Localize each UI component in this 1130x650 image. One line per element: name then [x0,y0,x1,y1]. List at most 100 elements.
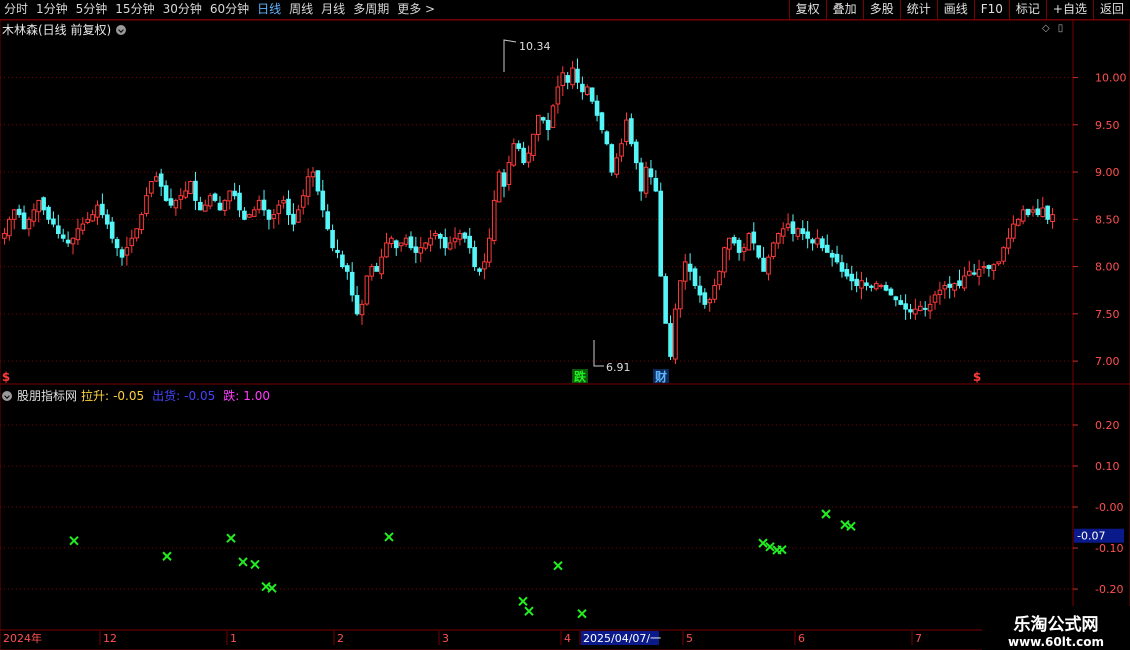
candle-body [873,283,879,290]
event-marker: 财 [654,369,667,384]
chart-svg[interactable]: 10.00 9.50 9.00 8.50 8.00 7.50 7.00 0.20 0.10 -0… [0,0,1130,650]
signal-cross [553,560,563,571]
candle-body [291,213,296,225]
candle-body [937,289,943,296]
candle-body [682,261,688,282]
candle-body [438,234,443,239]
candle-body [883,285,889,291]
price-tick-label: 8.00 [1095,261,1120,274]
candle-body [516,143,522,149]
candle-body [256,199,262,210]
candle-body [761,257,766,272]
candle-body [780,228,786,237]
candle-body [526,152,531,163]
candle-body [854,278,859,286]
candle-body [756,245,761,258]
grid-lines [0,19,1130,650]
candle-body [932,294,938,303]
candle-body [918,305,923,312]
candle-body [834,253,840,263]
candle-body [398,242,404,247]
indicator-values: 拉升: -0.05 出货: -0.05 跌: 1.00 [81,387,278,404]
indicator-name[interactable]: 股朋指标网 [17,387,77,404]
candle-body [844,269,850,277]
indicator-value: 出货: -0.05 [152,387,219,404]
chevron-down-icon[interactable] [116,24,127,35]
candle-body [1035,208,1041,216]
candle-body [790,221,796,234]
price-tick-label: 8.50 [1095,213,1120,226]
candle-body [56,225,61,234]
panel-toggle-icon[interactable]: ▯ [1058,23,1064,34]
candle-body [349,271,355,296]
candle-body [354,295,360,315]
candle-body [893,296,899,301]
candle-body [535,114,541,135]
date-label: 5 [686,632,693,645]
candle-body [41,197,46,211]
candle-body [193,180,198,201]
candle-body [403,237,409,245]
date-label: 1 [230,632,237,645]
candle-body [1030,209,1036,213]
date-label: 2024年 [3,631,42,645]
candle-body [70,237,76,245]
candle-body [202,204,208,212]
candle-body [423,242,428,249]
candle-body [344,265,350,272]
candle-body [922,307,928,310]
candle-body [731,237,737,244]
indicator-axis: 0.20 0.10 -0.00 -0.10 -0.20 -0.07 [1073,419,1124,596]
candle-body [188,181,193,195]
candle-body [829,252,835,258]
candle-body [981,266,987,269]
candle-body [2,232,7,239]
candle-body [849,273,855,282]
date-label: 7 [915,632,922,645]
candle-body [496,171,502,203]
candle-body [389,237,394,244]
event-marker: $ [973,370,981,384]
date-label: 3 [442,632,449,645]
candle-body [251,209,257,217]
candle-body [1001,247,1006,262]
candle-body [447,242,453,250]
candle-body [1040,207,1046,218]
candle-body [511,143,517,166]
candle-body [717,270,722,286]
candle-body [820,238,825,249]
candle-body [501,172,507,187]
candle-body [134,228,139,239]
candle-body [614,157,619,175]
candle-body [903,303,908,310]
candle-body [379,256,384,275]
candle-body [687,263,693,272]
candle-body [643,166,649,194]
price-tick-label: 10.00 [1095,72,1127,85]
candle-body [124,247,130,256]
candle-body [51,218,56,225]
candle-body [310,171,316,178]
candle-body [487,237,492,263]
candle-body [144,195,149,215]
candle-body [247,214,252,218]
candle-body [452,237,458,243]
candle-body [276,204,282,215]
candle-body [986,265,992,269]
watermark-url: www.60lt.com [1007,635,1105,649]
candle-body [149,181,154,194]
chevron-down-icon[interactable] [2,390,12,401]
candle-body [741,247,747,253]
diamond-icon[interactable]: ◇ [1042,23,1050,34]
candlestick-series [2,58,1055,365]
candle-body [824,244,830,253]
signal-cross [267,583,277,593]
indicator-value-number: -0.05 [113,389,145,403]
low-price-label: 6.91 [606,361,631,374]
date-label: 6 [798,632,805,645]
candle-body [325,211,330,230]
indicator-value-number: 1.00 [243,389,270,403]
candle-body [462,232,468,239]
candle-body [771,242,776,257]
candle-body [1050,214,1055,222]
